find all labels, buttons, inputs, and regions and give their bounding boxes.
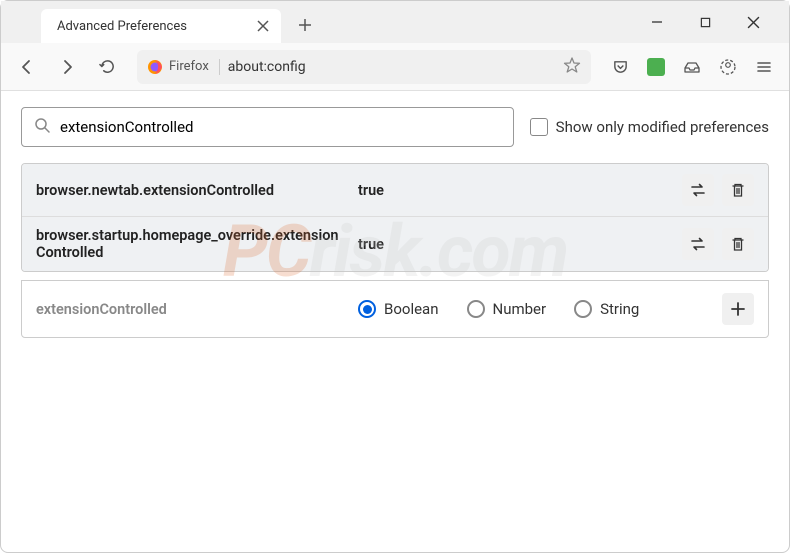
prefs-table: browser.newtab.extensionControlled true …	[21, 163, 769, 272]
minimize-button[interactable]	[637, 6, 677, 38]
search-input[interactable]	[60, 118, 501, 136]
pref-actions	[682, 174, 754, 206]
show-modified-checkbox[interactable]	[530, 118, 548, 136]
radio-input[interactable]	[358, 300, 376, 318]
browser-toolbar: Firefox about:config	[1, 43, 789, 91]
radio-input[interactable]	[574, 300, 592, 318]
browser-tab[interactable]: Advanced Preferences	[41, 9, 281, 43]
delete-button[interactable]	[722, 174, 754, 206]
page-content: Show only modified preferences browser.n…	[1, 91, 789, 354]
firefox-icon	[147, 59, 163, 75]
pref-value: true	[358, 236, 670, 253]
tab-title: Advanced Preferences	[57, 19, 187, 34]
delete-button[interactable]	[722, 228, 754, 260]
pref-actions	[682, 228, 754, 260]
pref-value: true	[358, 182, 670, 199]
pref-row: browser.startup.homepage_override.extens…	[22, 217, 768, 271]
window-titlebar: Advanced Preferences	[1, 1, 789, 43]
type-options: Boolean Number String	[358, 300, 710, 318]
new-tab-button[interactable]	[291, 11, 319, 39]
toggle-button[interactable]	[682, 174, 714, 206]
window-controls	[637, 6, 789, 38]
pref-name: browser.startup.homepage_override.extens…	[36, 227, 346, 261]
new-pref-row: extensionControlled Boolean Number Strin…	[21, 280, 769, 338]
identity-label: Firefox	[169, 59, 209, 74]
radio-string[interactable]: String	[574, 300, 639, 318]
url-text: about:config	[228, 59, 555, 75]
radio-label: Boolean	[384, 300, 439, 318]
add-pref-button[interactable]	[722, 293, 754, 325]
search-icon	[34, 117, 50, 137]
pref-row: browser.newtab.extensionControlled true	[22, 164, 768, 217]
close-window-button[interactable]	[733, 6, 773, 38]
maximize-button[interactable]	[685, 6, 725, 38]
back-button[interactable]	[9, 49, 45, 85]
inbox-icon[interactable]	[675, 50, 709, 84]
radio-boolean[interactable]: Boolean	[358, 300, 439, 318]
extension-icon[interactable]	[639, 50, 673, 84]
checkbox-label: Show only modified preferences	[556, 118, 769, 136]
radio-label: String	[600, 300, 639, 318]
toggle-button[interactable]	[682, 228, 714, 260]
search-row: Show only modified preferences	[21, 107, 769, 147]
url-bar[interactable]: Firefox about:config	[137, 50, 591, 84]
radio-input[interactable]	[467, 300, 485, 318]
show-modified-checkbox-row[interactable]: Show only modified preferences	[530, 118, 769, 136]
identity-box[interactable]: Firefox	[147, 59, 220, 75]
radio-label: Number	[493, 300, 547, 318]
forward-button[interactable]	[49, 49, 85, 85]
new-pref-name: extensionControlled	[36, 301, 346, 318]
radio-number[interactable]: Number	[467, 300, 547, 318]
bookmark-star-icon[interactable]	[563, 56, 581, 78]
pref-name: browser.newtab.extensionControlled	[36, 182, 346, 199]
pocket-icon[interactable]	[603, 50, 637, 84]
close-tab-icon[interactable]	[255, 18, 271, 34]
search-box[interactable]	[21, 107, 514, 147]
menu-button[interactable]	[747, 50, 781, 84]
toolbar-actions	[603, 50, 781, 84]
reload-button[interactable]	[89, 49, 125, 85]
account-icon[interactable]	[711, 50, 745, 84]
